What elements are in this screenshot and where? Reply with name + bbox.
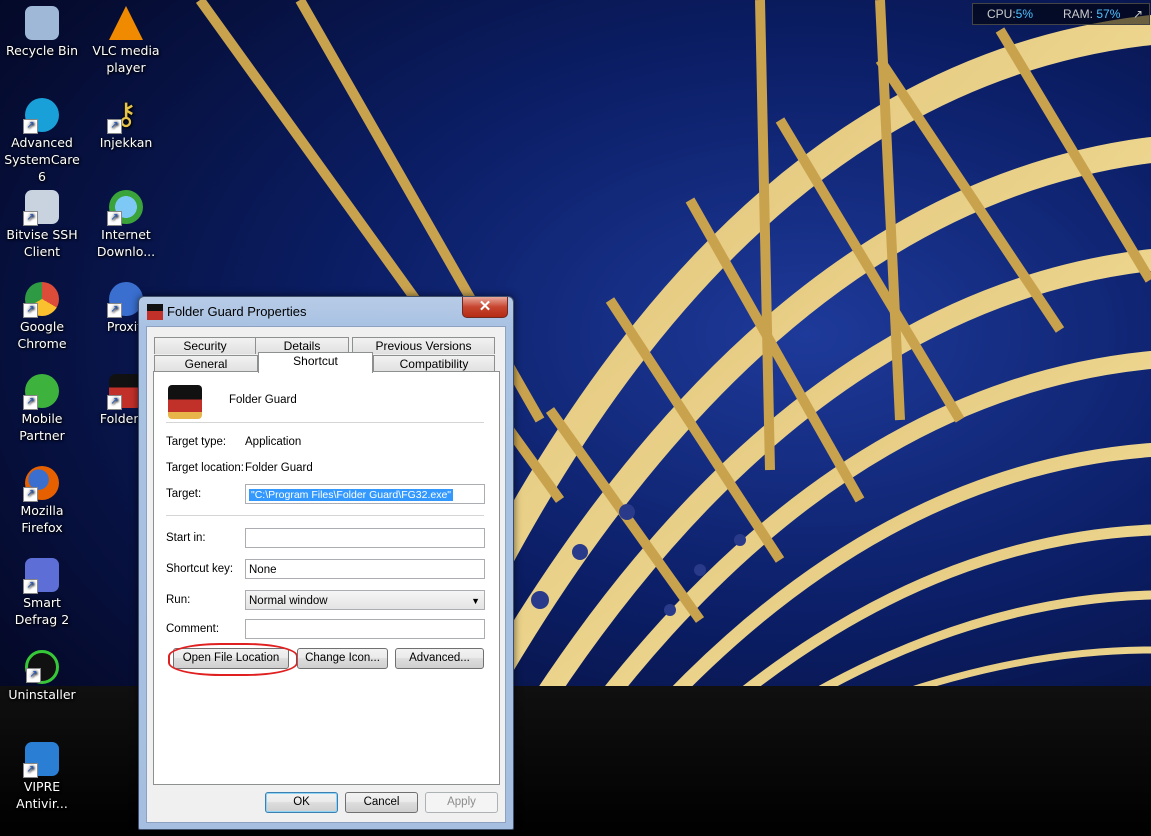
internet-download-icon: ↗ [107,190,143,226]
dialog-titlebar[interactable]: Folder Guard Properties ✕ [139,297,513,325]
shortcut-arrow-icon: ↗ [107,119,122,134]
desktop-icon-label: Mobile Partner [19,411,65,443]
target-location-value: Folder Guard [245,462,313,474]
folder-guard-large-icon [168,385,202,419]
chrome-icon: ↗ [23,282,59,318]
desktop-icon-label: Mozilla Firefox [20,503,64,535]
desktop-icon-advanced-systemcare[interactable]: ↗ Advanced SystemCare 6 [0,98,84,185]
shortcut-arrow-icon: ↗ [26,668,41,683]
shortcut-key-label: Shortcut key: [166,563,234,575]
shortcut-arrow-icon: ↗ [23,579,38,594]
desktop-icon-label: Bitvise SSH Client [6,227,78,259]
system-monitor-gadget: CPU:5% RAM: 57% ↗ [972,3,1150,25]
desktop-icon-bitvise[interactable]: ↗ Bitvise SSH Client [0,190,84,260]
shortcut-arrow-icon: ↗ [107,303,122,318]
desktop-icon-smart-defrag[interactable]: ↗ Smart Defrag 2 [0,558,84,628]
chevron-down-icon: ▼ [471,596,480,606]
advanced-button[interactable]: Advanced... [395,648,484,669]
desktop-icon-recycle-bin[interactable]: Recycle Bin [0,6,84,59]
target-value: "C:\Program Files\Folder Guard\FG32.exe" [249,489,454,501]
ram-readout: RAM: 57% [1063,4,1120,24]
desktop-icon-label: Internet Downlo... [96,227,156,259]
app-name: Folder Guard [229,394,297,406]
desktop-icon-label: Advanced SystemCare 6 [4,135,80,184]
uninstaller-icon: ↗ [25,650,59,684]
smart-defrag-icon: ↗ [23,558,59,594]
shortcut-arrow-icon: ↗ [107,395,122,410]
target-location-label: Target location: [166,462,244,474]
cpu-value: 5% [1015,7,1034,21]
desktop-icon-label: Uninstaller [8,687,76,702]
folder-guard-icon [147,304,163,320]
key-icon: ⚷ ↗ [107,98,143,134]
shortcut-tab-panel: Folder Guard Target type: Application Ta… [153,371,500,785]
run-select-value: Normal window [249,595,328,607]
properties-dialog: Folder Guard Properties ✕ Security Detai… [138,296,514,830]
mobile-partner-icon: ↗ [23,374,59,410]
desktop-icon-label: Injekkan [99,135,153,150]
tab-security[interactable]: Security [154,337,256,354]
shortcut-arrow-icon: ↗ [23,763,38,778]
start-in-field[interactable] [245,528,485,548]
run-select[interactable]: Normal window ▼ [245,590,485,610]
comment-field[interactable] [245,619,485,639]
cancel-button[interactable]: Cancel [345,792,418,813]
desktop-icon-label: VIPRE Antivir... [16,779,68,811]
divider [166,515,484,516]
desktop-icon-label: Recycle Bin [5,43,79,58]
desktop-icon-uninstaller[interactable]: ↗ Uninstaller [0,650,84,703]
recycle-bin-icon [25,6,59,40]
target-type-value: Application [245,436,302,448]
shortcut-arrow-icon: ↗ [23,487,38,502]
desktop-icon-firefox[interactable]: ↗ Mozilla Firefox [0,466,84,536]
shortcut-arrow-icon: ↗ [107,211,122,226]
start-in-label: Start in: [166,532,206,544]
ram-value: 57% [1096,7,1121,21]
desktop-icon-vipre[interactable]: ↗ VIPRE Antivir... [0,742,84,812]
shortcut-arrow-icon: ↗ [23,303,38,318]
firefox-icon: ↗ [23,466,59,502]
change-icon-button[interactable]: Change Icon... [297,648,388,669]
desktop-icon-label: Smart Defrag 2 [14,595,70,627]
target-field[interactable]: "C:\Program Files\Folder Guard\FG32.exe" [245,484,485,504]
expand-arrow-icon[interactable]: ↗ [1133,4,1143,24]
cpu-label: CPU: [987,7,1016,21]
shortcut-arrow-icon: ↗ [23,119,38,134]
tab-previous-versions[interactable]: Previous Versions [352,337,495,354]
bitvise-icon: ↗ [23,190,59,226]
tab-shortcut[interactable]: Shortcut [258,352,373,373]
desktop-icon-label: Google Chrome [17,319,67,351]
desktop-icon-chrome[interactable]: ↗ Google Chrome [0,282,84,352]
run-label: Run: [166,594,191,606]
ok-button[interactable]: OK [265,792,338,813]
cpu-readout: CPU:5% [987,4,1033,24]
target-label: Target: [166,488,202,500]
ram-label: RAM: [1063,7,1093,21]
shortcut-arrow-icon: ↗ [23,211,38,226]
desktop-icon-internet-download[interactable]: ↗ Internet Downlo... [84,190,168,260]
vipre-icon: ↗ [23,742,59,778]
target-type-label: Target type: [166,436,227,448]
close-button[interactable]: ✕ [462,297,508,318]
desktop-icon-mobile-partner[interactable]: ↗ Mobile Partner [0,374,84,444]
comment-label: Comment: [166,623,220,635]
advanced-systemcare-icon: ↗ [23,98,59,134]
apply-button[interactable]: Apply [425,792,498,813]
annotation-circle [168,643,298,676]
dialog-title: Folder Guard Properties [167,304,307,319]
divider [166,422,484,423]
shortcut-arrow-icon: ↗ [23,395,38,410]
desktop-icon-vlc[interactable]: VLC media player [84,6,168,76]
tab-compatibility[interactable]: Compatibility [373,355,495,372]
desktop-icon-label: VLC media player [92,43,160,75]
shortcut-key-field[interactable]: None [245,559,485,579]
tab-general[interactable]: General [154,355,258,372]
desktop-icon-injekkan[interactable]: ⚷ ↗ Injekkan [84,98,168,151]
dialog-client-area: Security Details Previous Versions Gener… [146,326,506,823]
vlc-icon [109,6,143,40]
